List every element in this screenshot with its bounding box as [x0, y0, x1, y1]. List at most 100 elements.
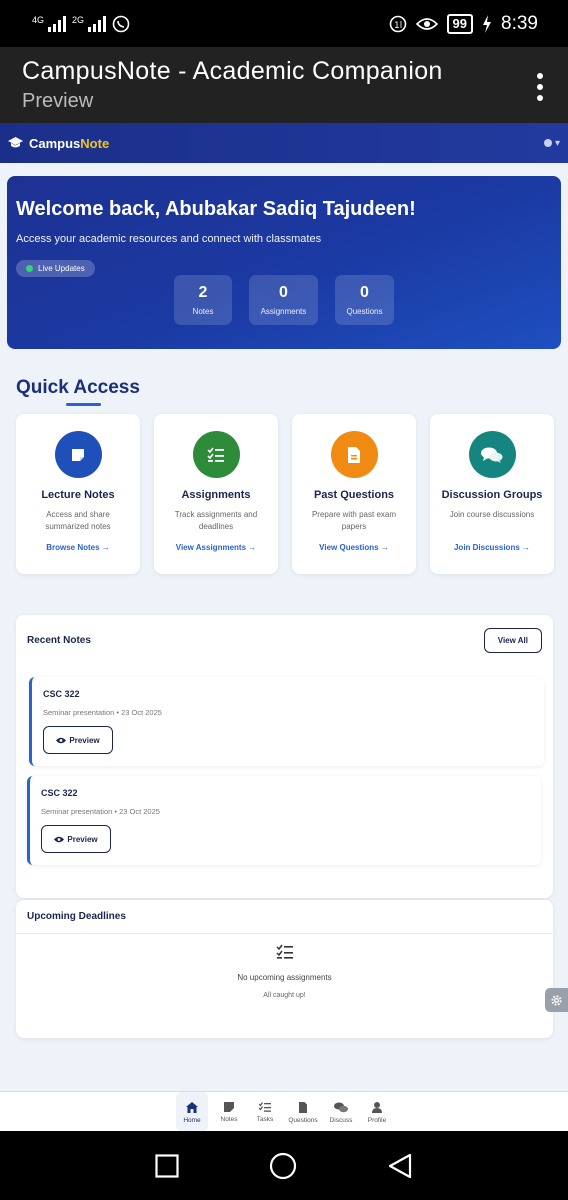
- nav-label: Notes: [220, 1116, 238, 1123]
- card-title: Lecture Notes: [41, 489, 115, 501]
- card-lecture-notes[interactable]: Lecture Notes Access and share summarize…: [16, 414, 140, 574]
- card-title: Past Questions: [313, 489, 395, 501]
- card-past-questions[interactable]: Past Questions Prepare with past exam pa…: [292, 414, 416, 574]
- card-title: Assignments: [181, 489, 251, 501]
- app-subtitle: Preview: [22, 90, 94, 112]
- welcome-heading: Welcome back, Abubakar Sadiq Tajudeen!: [16, 198, 416, 220]
- recent-notes-title: Recent Notes: [27, 634, 91, 646]
- deadlines-header: Upcoming Deadlines: [16, 900, 553, 934]
- nav-label: Questions: [288, 1116, 318, 1124]
- note-meta: Seminar presentation • 23 Oct 2025: [43, 708, 162, 717]
- nav-questions[interactable]: Questions: [286, 1092, 320, 1131]
- note-course: CSC 322: [41, 788, 78, 798]
- whatsapp-icon: [112, 15, 130, 32]
- stat-label: Questions: [346, 307, 383, 316]
- card-description: Track assignments and deadlines: [174, 510, 258, 531]
- empty-state: No upcoming assignments All caught up!: [16, 934, 553, 999]
- brand-name-prefix: Campus: [29, 135, 81, 151]
- note-item[interactable]: CSC 322 Seminar presentation • 23 Oct 20…: [29, 677, 544, 766]
- nav-label: Discuss: [329, 1116, 353, 1124]
- brand-logo[interactable]: Campus Note: [8, 136, 109, 151]
- user-circle-icon: [543, 139, 552, 147]
- status-bar: 4G 2G 1l 99 8:39: [0, 0, 568, 47]
- signal-bars-icon: [88, 15, 107, 32]
- network-type-label: 4G: [32, 14, 45, 25]
- deadlines-panel: Upcoming Deadlines No upcoming assignmen…: [16, 900, 553, 1038]
- recent-notes-panel: Recent Notes View All CSC 322 Seminar pr…: [16, 615, 553, 898]
- user-icon: [372, 1101, 382, 1113]
- stat-value: 0: [360, 284, 369, 301]
- note-item[interactable]: CSC 322 Seminar presentation • 23 Oct 20…: [27, 776, 541, 865]
- app-title: CampusNote - Academic Companion: [22, 57, 443, 85]
- app-title-bar: CampusNote - Academic Companion Preview: [0, 47, 568, 123]
- empty-message: No upcoming assignments: [237, 973, 332, 982]
- checklist-icon: [275, 944, 293, 959]
- settings-gear-button[interactable]: [545, 988, 568, 1012]
- card-description: Prepare with past exam papers: [311, 510, 397, 531]
- welcome-banner: Welcome back, Abubakar Sadiq Tajudeen! A…: [7, 176, 561, 349]
- nav-profile[interactable]: Profile: [362, 1092, 392, 1131]
- stat-value: 2: [198, 284, 208, 301]
- back-icon[interactable]: [387, 1153, 413, 1179]
- gear-icon: [551, 994, 562, 1006]
- home-button-icon[interactable]: [269, 1152, 297, 1180]
- card-discussion-groups[interactable]: Discussion Groups Join course discussion…: [430, 414, 554, 574]
- signal-2g: 2G: [72, 15, 107, 32]
- nav-tasks[interactable]: Tasks: [250, 1092, 280, 1131]
- graduation-cap-icon: [8, 137, 23, 148]
- note-course: CSC 322: [43, 689, 80, 699]
- charging-icon: [483, 14, 492, 33]
- stat-value: 0: [279, 284, 288, 301]
- join-discussions-link[interactable]: Join Discussions →: [454, 543, 530, 552]
- svg-text:1l: 1l: [394, 21, 402, 31]
- nav-label: Profile: [367, 1116, 387, 1124]
- home-icon: [186, 1101, 198, 1113]
- eye-icon: [54, 836, 65, 842]
- comments-icon: [334, 1102, 348, 1112]
- data-saver-icon: 1l: [389, 15, 406, 32]
- card-assignments[interactable]: Assignments Track assignments and deadli…: [154, 414, 278, 574]
- card-title: Discussion Groups: [441, 489, 543, 501]
- clock: 8:39: [501, 12, 538, 34]
- note-icon: [54, 431, 102, 478]
- signal-4g: 4G: [32, 14, 67, 32]
- preview-button[interactable]: Preview: [43, 726, 113, 754]
- system-navigation-bar: [0, 1131, 568, 1200]
- stat-assignments: 0 Assignments: [249, 275, 318, 325]
- view-assignments-link[interactable]: View Assignments →: [176, 543, 256, 552]
- note-icon: [224, 1102, 234, 1112]
- web-view: Campus Note ▾ Welcome back, Abubakar Sadi…: [0, 123, 568, 1131]
- note-meta: Seminar presentation • 23 Oct 2025: [41, 807, 160, 816]
- quick-access-cards: Lecture Notes Access and share summarize…: [16, 414, 554, 574]
- nav-home[interactable]: Home: [176, 1092, 208, 1131]
- recent-apps-icon[interactable]: [155, 1153, 179, 1178]
- welcome-subtitle: Access your academic resources and conne…: [16, 233, 322, 245]
- user-menu[interactable]: ▾: [543, 137, 560, 149]
- site-navbar: Campus Note ▾: [0, 123, 568, 163]
- signal-bars-icon: [48, 15, 67, 32]
- battery-indicator: 99: [446, 13, 474, 34]
- card-description: Access and share summarized notes: [45, 510, 111, 531]
- browse-notes-link[interactable]: Browse Notes →: [46, 543, 110, 552]
- comments-icon: [468, 431, 516, 478]
- preview-label: Preview: [67, 834, 98, 844]
- stats-row: 2 Notes 0 Assignments 0 Questions: [174, 275, 394, 325]
- nav-notes[interactable]: Notes: [214, 1092, 244, 1131]
- live-dot-icon: [26, 265, 33, 272]
- eye-icon: [415, 17, 438, 30]
- view-questions-link[interactable]: View Questions →: [319, 543, 389, 552]
- view-all-button[interactable]: View All: [483, 627, 542, 653]
- nav-discuss[interactable]: Discuss: [326, 1092, 356, 1131]
- live-updates-label: Live Updates: [38, 264, 85, 273]
- chevron-down-icon: ▾: [554, 137, 560, 149]
- preview-button[interactable]: Preview: [41, 825, 111, 853]
- eye-icon: [56, 737, 67, 743]
- more-options-icon[interactable]: [536, 73, 544, 101]
- section-underline: [66, 403, 101, 406]
- checklist-icon: [192, 431, 240, 478]
- recent-notes-header: Recent Notes View All: [16, 615, 553, 665]
- stat-label: Notes: [192, 307, 214, 316]
- deadlines-title: Upcoming Deadlines: [27, 911, 126, 922]
- stat-label: Assignments: [260, 307, 307, 316]
- live-updates-badge: Live Updates: [16, 260, 95, 277]
